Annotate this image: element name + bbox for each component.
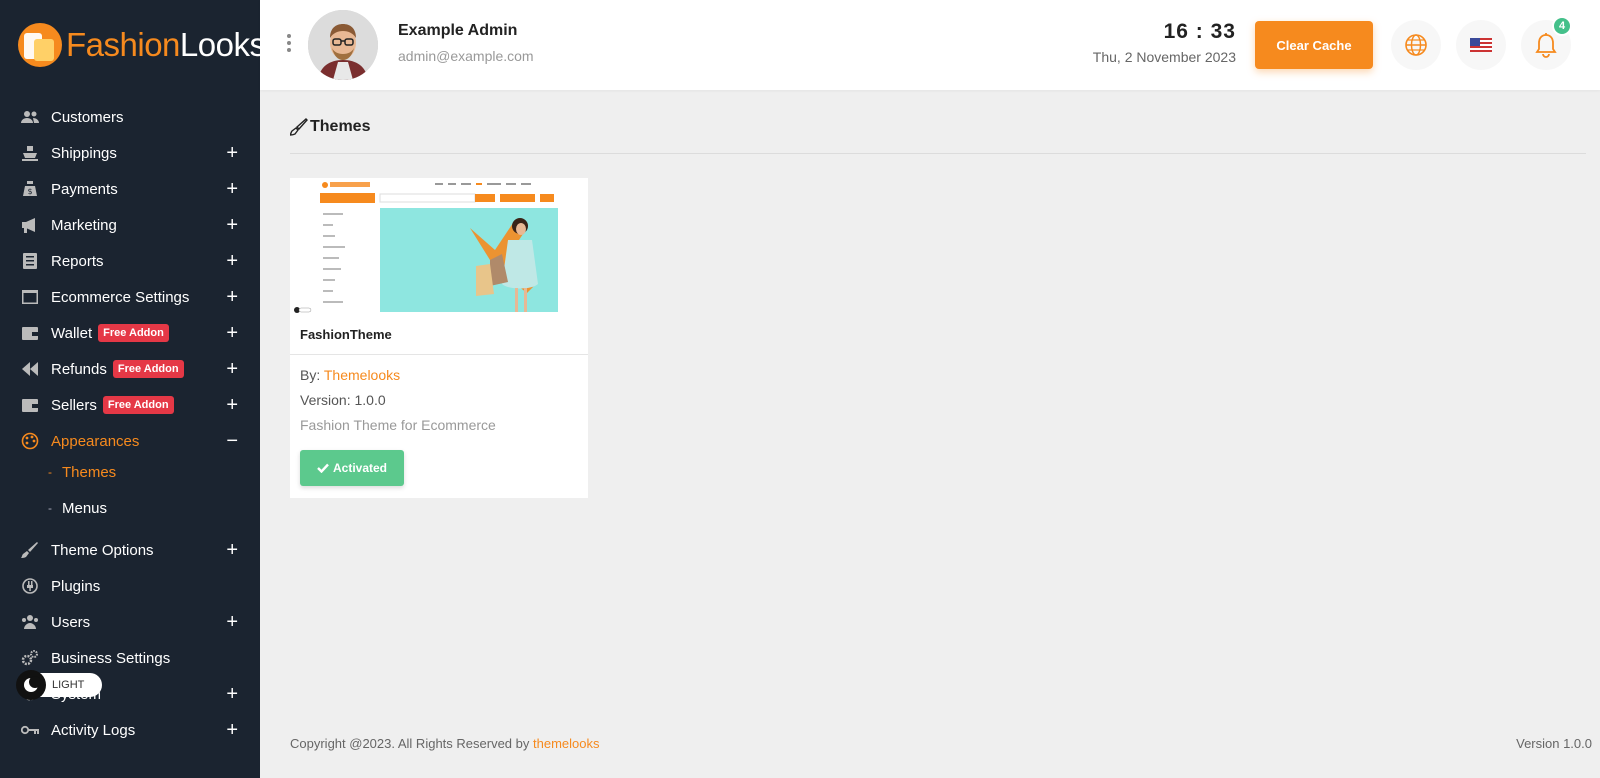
theme-description: Fashion Theme for Ecommerce <box>300 417 496 433</box>
ship-icon <box>20 144 40 162</box>
expand-icon[interactable]: + <box>226 612 238 632</box>
expand-icon[interactable]: + <box>226 359 238 379</box>
svg-text:$: $ <box>27 187 32 196</box>
brush-icon <box>20 541 40 559</box>
expand-icon[interactable]: + <box>226 287 238 307</box>
customers-icon <box>20 108 40 126</box>
notification-count-badge: 4 <box>1552 16 1572 36</box>
sidebar-item-ecommerce-settings[interactable]: Ecommerce Settings + <box>0 280 260 314</box>
user-name: Example Admin <box>398 22 518 39</box>
sidebar-item-appearances[interactable]: Appearances − <box>0 424 260 458</box>
moon-icon <box>16 670 46 700</box>
theme-version: Version: 1.0.0 <box>300 392 386 408</box>
check-icon <box>317 463 329 473</box>
clock-time: 16 : 33 <box>1163 20 1236 43</box>
free-addon-badge: Free Addon <box>112 360 184 378</box>
expand-icon[interactable]: + <box>226 684 238 704</box>
theme-card: FashionTheme By: Themelooks Version: 1.0… <box>290 178 588 498</box>
expand-icon[interactable]: + <box>226 251 238 271</box>
card-divider <box>290 354 588 355</box>
gears-icon <box>20 649 40 667</box>
globe-icon <box>1405 34 1427 56</box>
title-divider <box>290 153 1586 154</box>
brand-logo[interactable]: FashionLooks <box>18 22 266 68</box>
free-addon-badge: Free Addon <box>102 396 174 414</box>
plugin-icon <box>20 577 40 595</box>
users-icon <box>20 613 40 631</box>
sidebar-item-wallet[interactable]: Wallet Free Addon + <box>0 316 260 350</box>
avatar[interactable] <box>308 10 378 80</box>
sidebar-item-plugins[interactable]: Plugins <box>0 569 260 603</box>
user-email: admin@example.com <box>398 48 534 64</box>
report-icon <box>20 252 40 270</box>
key-icon <box>20 721 40 739</box>
author-link[interactable]: Themelooks <box>324 367 400 383</box>
expand-icon[interactable]: + <box>226 179 238 199</box>
palette-icon <box>20 432 40 450</box>
free-addon-badge: Free Addon <box>98 324 169 342</box>
sidebar-item-refunds[interactable]: Refunds Free Addon + <box>0 352 260 386</box>
theme-mode-toggle[interactable]: LIGHT <box>16 670 102 700</box>
theme-preview-image[interactable] <box>290 178 588 316</box>
clock-date: Thu, 2 November 2023 <box>1092 49 1236 65</box>
money-bag-icon: $ <box>20 180 40 198</box>
expand-icon[interactable]: + <box>226 720 238 740</box>
megaphone-icon <box>20 216 40 234</box>
sidebar-subitem-menus[interactable]: - Menus <box>48 493 107 523</box>
sidebar-item-theme-options[interactable]: Theme Options + <box>0 533 260 567</box>
theme-author: By: Themelooks <box>300 367 401 383</box>
sidebar-item-shippings[interactable]: Shippings + <box>0 136 260 170</box>
sidebar-item-reports[interactable]: Reports + <box>0 244 260 278</box>
bell-icon <box>1535 33 1557 58</box>
expand-icon[interactable]: + <box>226 143 238 163</box>
language-button[interactable] <box>1391 20 1441 70</box>
country-flag-button[interactable] <box>1456 20 1506 70</box>
brand-name: FashionLooks <box>66 26 266 63</box>
notifications-button[interactable]: 4 <box>1521 16 1572 70</box>
theme-name: FashionTheme <box>300 327 392 342</box>
us-flag-icon <box>1470 38 1492 52</box>
rewind-icon <box>20 360 40 378</box>
expand-icon[interactable]: + <box>226 323 238 343</box>
sidebar-item-sellers[interactable]: Sellers Free Addon + <box>0 388 260 422</box>
sidebar-item-users[interactable]: Users + <box>0 605 260 639</box>
expand-icon[interactable]: + <box>226 395 238 415</box>
sidebar-item-activity-logs[interactable]: Activity Logs + <box>0 713 260 747</box>
page-title: Themes <box>290 118 370 136</box>
sidebar-item-payments[interactable]: $ Payments + <box>0 172 260 206</box>
footer-version: Version 1.0.0 <box>1516 736 1592 751</box>
collapse-icon[interactable]: − <box>226 431 238 451</box>
window-icon <box>20 288 40 306</box>
expand-icon[interactable]: + <box>226 540 238 560</box>
footer-company-link[interactable]: themelooks <box>533 736 599 751</box>
wallet-icon <box>20 324 40 342</box>
more-options-icon[interactable] <box>287 34 293 52</box>
top-header: Example Admin admin@example.com 16 : 33 … <box>260 0 1600 90</box>
expand-icon[interactable]: + <box>226 215 238 235</box>
brush-icon <box>290 118 308 136</box>
sidebar-item-customers[interactable]: Customers <box>0 100 260 134</box>
sidebar-item-business-settings[interactable]: Business Settings <box>0 641 260 675</box>
wallet-icon <box>20 396 40 414</box>
clear-cache-button[interactable]: Clear Cache <box>1255 21 1373 69</box>
sidebar: FashionLooks Customers Shippings + $ Pay… <box>0 0 266 778</box>
activated-button[interactable]: Activated <box>300 450 404 486</box>
footer-copyright: Copyright @2023. All Rights Reserved by … <box>290 736 600 751</box>
shopping-bag-icon <box>18 23 62 67</box>
sidebar-item-marketing[interactable]: Marketing + <box>0 208 260 242</box>
sidebar-subitem-themes[interactable]: - Themes <box>48 457 116 487</box>
